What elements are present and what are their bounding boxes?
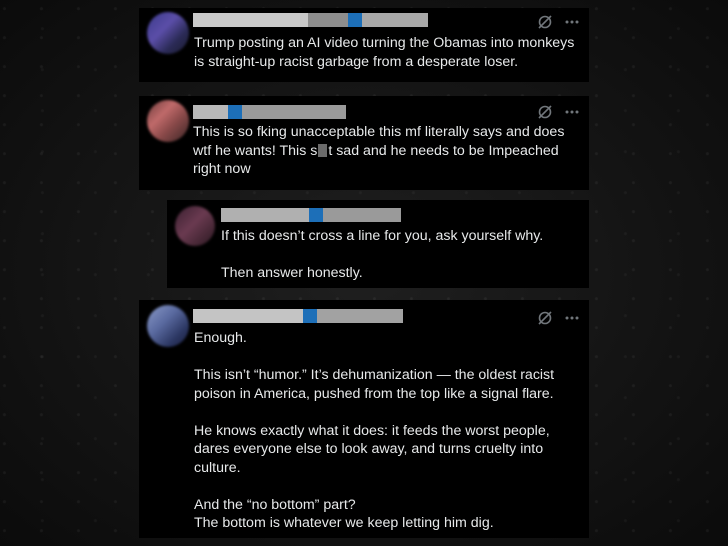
tweet-card-4[interactable]: Enough. This isn’t “humor.” It’s dehuman… [139, 300, 589, 538]
tweet-text: Trump posting an AI video turning the Ob… [194, 35, 575, 70]
tweet-card-3[interactable]: If this doesn’t cross a line for you, as… [167, 200, 589, 288]
blurred-username[interactable] [193, 105, 348, 119]
censor-block [318, 143, 328, 157]
avatar[interactable] [147, 305, 189, 347]
blurred-username[interactable] [221, 208, 401, 222]
tweet-text: If this doesn’t cross a line for you, as… [221, 228, 544, 281]
grok-slash-icon[interactable] [537, 104, 553, 120]
blurred-username[interactable] [193, 309, 403, 323]
avatar[interactable] [147, 100, 189, 142]
more-dots-icon[interactable] [565, 316, 579, 320]
avatar[interactable] [175, 206, 215, 246]
more-dots-icon[interactable] [565, 20, 579, 24]
grok-slash-icon[interactable] [537, 310, 553, 326]
avatar[interactable] [147, 12, 189, 54]
tweet-text: Enough. This isn’t “humor.” It’s dehuman… [194, 330, 555, 531]
tweet-text: This is so fking unacceptable this mf li… [193, 123, 585, 179]
more-dots-icon[interactable] [565, 110, 579, 114]
blurred-username[interactable] [193, 13, 428, 27]
tweet-card-2[interactable]: This is so fking unacceptable this mf li… [139, 96, 589, 190]
tweet-card-1[interactable]: Trump posting an AI video turning the Ob… [139, 8, 589, 82]
grok-slash-icon[interactable] [537, 14, 553, 30]
